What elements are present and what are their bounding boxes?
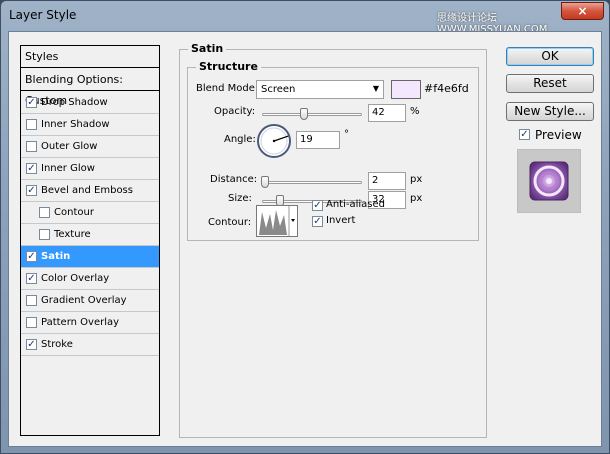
structure-group-title: Structure (196, 60, 261, 73)
list-item-inner-shadow[interactable]: Inner Shadow (21, 114, 159, 136)
list-item-bevel-and-emboss[interactable]: ✓ Bevel and Emboss (21, 180, 159, 202)
distance-slider-handle[interactable] (261, 176, 269, 188)
distance-input[interactable]: 2 (368, 172, 406, 190)
satin-group-title: Satin (188, 42, 227, 55)
contour-label: Contour (54, 207, 94, 218)
drop-shadow-checkbox[interactable]: ✓ (26, 97, 37, 108)
anti-aliased-checkbox[interactable]: ✓ (312, 200, 323, 211)
inner-glow-label: Inner Glow (41, 163, 95, 174)
angle-unit: ° (344, 129, 349, 140)
texture-label: Texture (54, 229, 91, 240)
window-title: Layer Style (9, 8, 77, 22)
angle-dial[interactable] (256, 123, 292, 159)
layer-style-window: Layer Style 思缘设计论坛 WWW.MISSYUAN.COM × St… (0, 0, 610, 454)
color-swatch[interactable] (391, 80, 421, 99)
preview-label: Preview (535, 128, 582, 142)
blending-options-item[interactable]: Blending Options: Custom (21, 69, 159, 107)
inner-shadow-label: Inner Shadow (41, 119, 110, 130)
satin-group: Satin Structure Blend Mode: Screen ▼ #f4… (179, 42, 487, 438)
stroke-checkbox[interactable]: ✓ (26, 339, 37, 350)
distance-unit: px (410, 174, 423, 185)
opacity-slider-track[interactable] (262, 113, 362, 116)
list-item-stroke[interactable]: ✓ Stroke (21, 334, 159, 356)
dialog-client-area: Styles Blending Options: Custom ✓ Drop Sh… (8, 31, 602, 447)
contour-label: Contour: (208, 217, 252, 228)
inner-shadow-checkbox[interactable] (26, 119, 37, 130)
distance-slider-track[interactable] (262, 181, 362, 184)
structure-group: Structure Blend Mode: Screen ▼ #f4e6fd O… (187, 60, 479, 241)
pattern-overlay-checkbox[interactable] (26, 317, 37, 328)
inner-glow-checkbox[interactable]: ✓ (26, 163, 37, 174)
opacity-unit: % (410, 106, 420, 117)
list-item-color-overlay[interactable]: ✓ Color Overlay (21, 268, 159, 290)
stroke-label: Stroke (41, 339, 73, 350)
bevel-and-emboss-checkbox[interactable]: ✓ (26, 185, 37, 196)
styles-header-label: Styles (25, 50, 59, 63)
angle-label: Angle: (224, 134, 256, 145)
styles-list: Styles Blending Options: Custom ✓ Drop Sh… (20, 45, 160, 436)
size-label: Size: (228, 193, 252, 204)
list-item-satin[interactable]: ✓ Satin (21, 246, 159, 268)
gradient-overlay-label: Gradient Overlay (41, 295, 127, 306)
blend-mode-select[interactable]: Screen ▼ (256, 80, 384, 99)
angle-input[interactable]: 19 (296, 131, 340, 149)
ok-button[interactable]: OK (506, 47, 594, 66)
new-style-button[interactable]: New Style... (506, 102, 594, 121)
texture-checkbox[interactable] (39, 229, 50, 240)
title-bar[interactable]: Layer Style 思缘设计论坛 WWW.MISSYUAN.COM × (1, 1, 609, 35)
bevel-and-emboss-label: Bevel and Emboss (41, 185, 133, 196)
chevron-down-icon: ▼ (372, 84, 379, 93)
invert-checkbox[interactable]: ✓ (312, 216, 323, 227)
gradient-overlay-checkbox[interactable] (26, 295, 37, 306)
contour-checkbox[interactable] (39, 207, 50, 218)
anti-aliased-label: Anti-aliased (326, 199, 386, 210)
color-hex-label: #f4e6fd (424, 82, 469, 95)
distance-label: Distance: (210, 174, 258, 185)
pattern-overlay-label: Pattern Overlay (41, 317, 120, 328)
opacity-input[interactable]: 42 (368, 104, 406, 122)
list-item-texture[interactable]: Texture (21, 224, 159, 246)
outer-glow-checkbox[interactable] (26, 141, 37, 152)
opacity-slider-handle[interactable] (300, 108, 308, 120)
invert-label: Invert (326, 215, 356, 226)
opacity-label: Opacity: (214, 106, 256, 117)
contour-curve-icon (257, 206, 295, 236)
drop-shadow-label: Drop Shadow (41, 97, 108, 108)
blend-mode-value: Screen (261, 84, 296, 95)
close-icon: × (577, 4, 588, 18)
list-item-pattern-overlay[interactable]: Pattern Overlay (21, 312, 159, 334)
list-item-gradient-overlay[interactable]: Gradient Overlay (21, 290, 159, 312)
angle-dial-icon (257, 124, 291, 158)
reset-button[interactable]: Reset (506, 74, 594, 93)
color-overlay-label: Color Overlay (41, 273, 110, 284)
styles-header[interactable]: Styles (21, 46, 159, 68)
list-item-contour[interactable]: Contour (21, 202, 159, 224)
contour-picker[interactable] (256, 205, 298, 237)
preview-thumbnail (517, 149, 581, 213)
list-item-inner-glow[interactable]: ✓ Inner Glow (21, 158, 159, 180)
outer-glow-label: Outer Glow (41, 141, 98, 152)
list-item-drop-shadow[interactable]: ✓ Drop Shadow (21, 92, 159, 114)
satin-checkbox[interactable]: ✓ (26, 251, 37, 262)
size-unit: px (410, 193, 423, 204)
satin-label: Satin (41, 251, 71, 262)
preview-checkbox[interactable]: ✓ (519, 129, 530, 140)
list-item-outer-glow[interactable]: Outer Glow (21, 136, 159, 158)
close-button[interactable]: × (561, 2, 604, 20)
color-overlay-checkbox[interactable]: ✓ (26, 273, 37, 284)
blend-mode-label: Blend Mode: (196, 83, 259, 94)
preview-icon (529, 161, 569, 201)
